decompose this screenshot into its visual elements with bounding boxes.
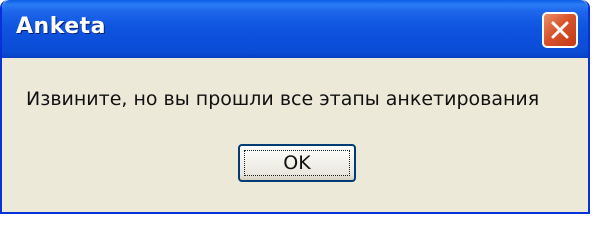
window-title: Anketa <box>16 14 107 39</box>
close-icon <box>551 21 569 39</box>
dialog-window: Anketa Извините, но вы прошли все этапы … <box>0 0 590 214</box>
close-button[interactable] <box>542 12 578 48</box>
dialog-message: Извините, но вы прошли все этапы анкетир… <box>26 88 540 110</box>
ok-button-label: OK <box>283 152 311 174</box>
ok-button[interactable]: OK <box>238 144 356 182</box>
title-bar[interactable]: Anketa <box>2 0 588 58</box>
